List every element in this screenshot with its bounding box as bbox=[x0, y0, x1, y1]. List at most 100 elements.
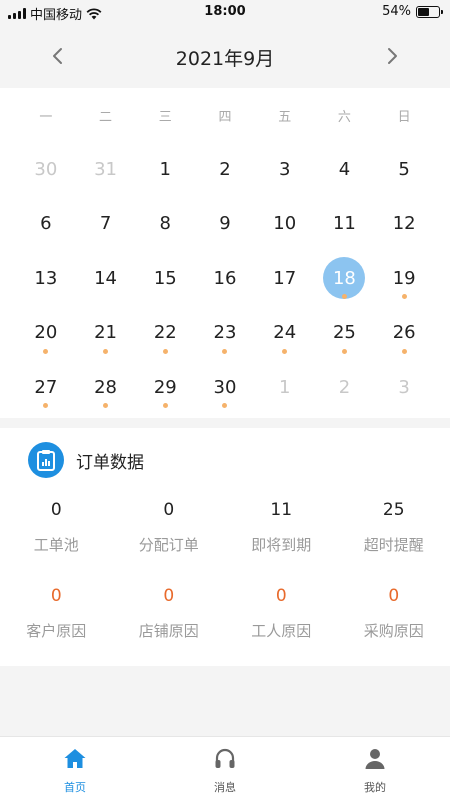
bottom-tab-bar: 首页 消息 我的 bbox=[0, 736, 450, 800]
calendar-day[interactable]: 1 bbox=[255, 362, 315, 417]
calendar-day[interactable]: 30 bbox=[16, 144, 76, 199]
order-stat[interactable]: 0 分配订单 bbox=[113, 500, 226, 555]
day-number: 13 bbox=[34, 267, 58, 289]
calendar-day[interactable]: 24 bbox=[255, 308, 315, 363]
event-dot-icon bbox=[401, 294, 407, 299]
user-icon bbox=[363, 747, 387, 775]
battery-fill bbox=[418, 7, 429, 16]
stat-value: 0 bbox=[50, 500, 62, 520]
clipboard-chart-icon bbox=[28, 442, 64, 478]
day-number: 26 bbox=[392, 322, 416, 343]
day-number: 31 bbox=[94, 158, 118, 180]
calendar-day[interactable]: 26 bbox=[374, 308, 434, 363]
day-number: 6 bbox=[40, 213, 52, 234]
day-number: 24 bbox=[273, 322, 297, 343]
day-number: 3 bbox=[278, 158, 291, 180]
day-grid: 30 31 1 2 3 4 5 6 7 8 9 10 11 12 13 14 15 16 17 18 19 20 21 22 2… bbox=[16, 144, 434, 417]
tab-label: 消息 bbox=[214, 781, 236, 794]
calendar-day[interactable]: 15 bbox=[135, 253, 195, 308]
weekday-label: 五 bbox=[278, 110, 292, 125]
calendar-day[interactable]: 14 bbox=[76, 253, 136, 308]
calendar-day[interactable]: 23 bbox=[195, 308, 255, 363]
day-number: 20 bbox=[34, 322, 58, 343]
calendar-day[interactable]: 29 bbox=[135, 362, 195, 417]
day-number: 2 bbox=[338, 376, 351, 398]
day-number: 1 bbox=[278, 376, 291, 398]
weekday-label: 一 bbox=[39, 110, 53, 125]
event-dot-icon bbox=[43, 348, 49, 354]
event-dot-icon bbox=[341, 348, 347, 354]
event-dot-icon bbox=[341, 294, 347, 299]
order-stat[interactable]: 0 客户原因 bbox=[0, 586, 113, 641]
order-data-card: 订单数据 0 工单池 0 分配订单 11 即将到期 25 超时提醒 0 客户原因 0 店铺原因 0 工人… bbox=[0, 428, 450, 666]
tab-headset[interactable]: 消息 bbox=[150, 737, 300, 800]
stat-value: 0 bbox=[163, 500, 175, 520]
calendar-day[interactable]: 10 bbox=[255, 199, 315, 254]
order-reasons-row: 0 客户原因 0 店铺原因 0 工人原因 0 采购原因 bbox=[0, 586, 450, 641]
stat-label: 分配订单 bbox=[138, 536, 199, 554]
order-stat[interactable]: 0 店铺原因 bbox=[113, 586, 226, 641]
calendar-day[interactable]: 22 bbox=[135, 308, 195, 363]
order-stat[interactable]: 11 即将到期 bbox=[225, 500, 338, 555]
calendar-day[interactable]: 30 bbox=[195, 362, 255, 417]
calendar-day[interactable]: 2 bbox=[315, 362, 375, 417]
order-stats-row: 0 工单池 0 分配订单 11 即将到期 25 超时提醒 bbox=[0, 500, 450, 555]
stat-label: 工单池 bbox=[33, 536, 79, 554]
calendar-day[interactable]: 5 bbox=[374, 144, 434, 199]
calendar-day[interactable]: 9 bbox=[195, 199, 255, 254]
chevron-right-icon[interactable] bbox=[382, 46, 402, 66]
day-number: 10 bbox=[273, 213, 297, 234]
day-number: 28 bbox=[94, 376, 118, 398]
calendar-day[interactable]: 25 bbox=[315, 308, 375, 363]
calendar-day[interactable]: 20 bbox=[16, 308, 76, 363]
calendar-day[interactable]: 16 bbox=[195, 253, 255, 308]
weekday-label: 四 bbox=[218, 110, 232, 125]
calendar-day[interactable]: 1 bbox=[135, 144, 195, 199]
day-number: 5 bbox=[398, 158, 410, 180]
event-dot-icon bbox=[401, 348, 407, 354]
stat-value: 25 bbox=[382, 500, 405, 520]
day-number: 19 bbox=[392, 267, 416, 289]
day-number: 7 bbox=[99, 213, 112, 234]
calendar-day[interactable]: 31 bbox=[76, 144, 136, 199]
calendar-day[interactable]: 28 bbox=[76, 362, 136, 417]
calendar-day[interactable]: 21 bbox=[76, 308, 136, 363]
calendar-day[interactable]: 8 bbox=[135, 199, 195, 254]
day-number: 18 bbox=[323, 257, 366, 299]
calendar-day[interactable]: 17 bbox=[255, 253, 315, 308]
calendar-day[interactable]: 19 bbox=[374, 253, 434, 308]
calendar-day[interactable]: 2 bbox=[195, 144, 255, 199]
order-stat[interactable]: 0 采购原因 bbox=[338, 586, 450, 641]
tab-user[interactable]: 我的 bbox=[300, 737, 450, 800]
month-header: 2021年9月 bbox=[0, 24, 450, 88]
stat-label: 采购原因 bbox=[363, 622, 424, 640]
stat-label: 即将到期 bbox=[251, 536, 312, 554]
day-number: 3 bbox=[398, 376, 410, 398]
tab-home[interactable]: 首页 bbox=[0, 737, 150, 800]
calendar-day[interactable]: 6 bbox=[16, 199, 76, 254]
calendar-day[interactable]: 12 bbox=[374, 199, 434, 254]
stat-label: 工人原因 bbox=[251, 622, 312, 640]
calendar-day[interactable]: 27 bbox=[16, 362, 76, 417]
status-bar: 中国移动 18:00 54% bbox=[0, 0, 450, 24]
calendar-day[interactable]: 13 bbox=[16, 253, 76, 308]
calendar-day-selected[interactable]: 18 bbox=[315, 253, 375, 308]
stat-label: 客户原因 bbox=[26, 622, 87, 640]
calendar-day[interactable]: 4 bbox=[315, 144, 375, 199]
event-dot-icon bbox=[282, 348, 288, 354]
day-number: 27 bbox=[34, 376, 58, 398]
order-stat[interactable]: 0 工人原因 bbox=[225, 586, 338, 641]
battery-percent: 54% bbox=[382, 4, 411, 19]
order-stat[interactable]: 25 超时提醒 bbox=[338, 500, 450, 555]
day-number: 14 bbox=[94, 267, 118, 289]
calendar-day[interactable]: 3 bbox=[374, 362, 434, 417]
day-number: 15 bbox=[153, 267, 177, 289]
day-number: 22 bbox=[153, 322, 177, 343]
calendar-day[interactable]: 7 bbox=[76, 199, 136, 254]
order-stat[interactable]: 0 工单池 bbox=[0, 500, 113, 555]
tab-label: 首页 bbox=[64, 781, 86, 794]
day-number: 12 bbox=[392, 213, 416, 234]
calendar-day[interactable]: 11 bbox=[315, 199, 375, 254]
weekday-label: 六 bbox=[337, 110, 351, 125]
calendar-day[interactable]: 3 bbox=[255, 144, 315, 199]
